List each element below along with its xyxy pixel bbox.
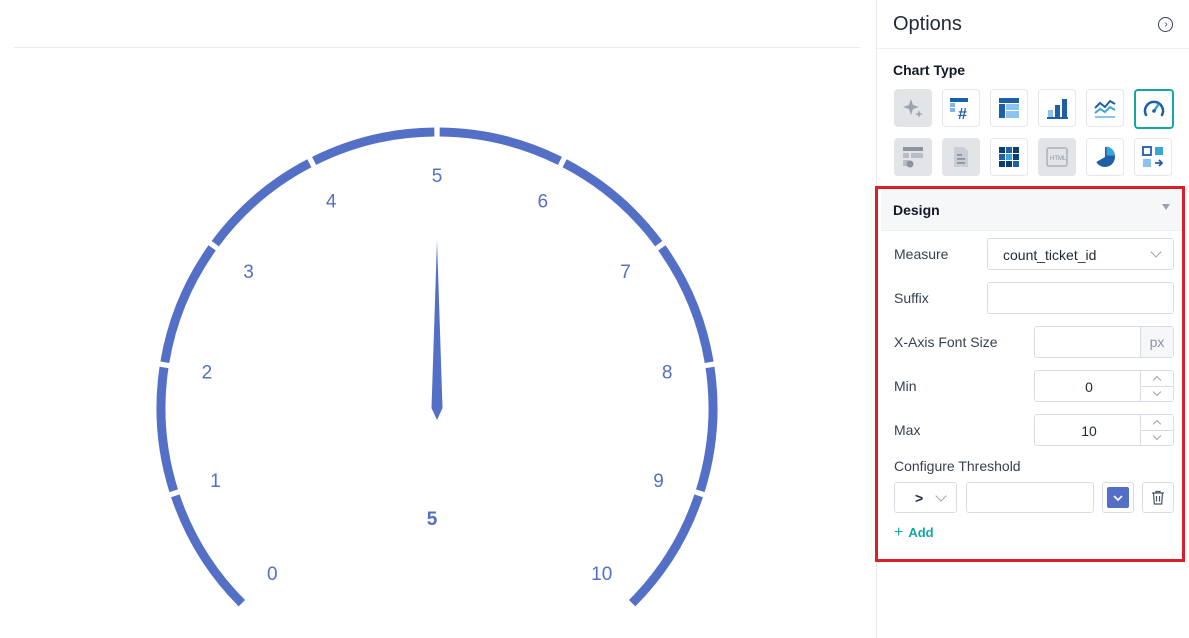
chart-type-table[interactable]: [990, 89, 1028, 127]
options-title: Options: [893, 13, 962, 35]
chevron-right-icon: ›: [1164, 18, 1168, 30]
chart-type-table-settings[interactable]: [894, 138, 932, 176]
chart-type-bar[interactable]: [1038, 89, 1076, 127]
table-settings-icon: [903, 147, 923, 168]
gauge-tick-label: 2: [202, 363, 213, 384]
chart-type-heatmap[interactable]: [990, 138, 1028, 176]
color-swatch: [1107, 487, 1129, 508]
gauge-arc-segment: [658, 245, 714, 363]
gauge-arc-segment: [171, 494, 246, 607]
max-label: Max: [894, 422, 921, 438]
options-panel: Options › Chart Type # HTML Design Measu…: [876, 0, 1189, 638]
gauge-tick-label: 5: [432, 166, 443, 187]
gauge-tick-label: 10: [591, 564, 612, 585]
chevron-down-icon: [1150, 246, 1162, 258]
min-stepper: [1140, 371, 1173, 401]
add-threshold-label: Add: [908, 525, 934, 540]
table-number-icon: #: [950, 98, 968, 121]
chart-type-custom[interactable]: [1134, 138, 1172, 176]
line-chart-icon: [1094, 99, 1116, 118]
gauge-chart: 0 1 2 3 4 5 6 7 8 9 10 5: [156, 127, 718, 607]
svg-text:#: #: [958, 106, 967, 121]
gauge-tick-label: 7: [620, 262, 631, 283]
design-section-header[interactable]: Design: [881, 188, 1184, 231]
measure-select-value: count_ticket_id: [1003, 247, 1097, 263]
min-input[interactable]: 0: [1034, 370, 1174, 402]
chevron-up-icon: [1152, 375, 1162, 385]
gauge-arc-segment: [312, 127, 435, 165]
gauge-arc-segment: [439, 127, 562, 165]
svg-text:HTML: HTML: [1050, 156, 1067, 162]
min-increment-button[interactable]: [1141, 371, 1173, 387]
suffix-label: Suffix: [894, 290, 929, 306]
chart-type-number-table[interactable]: #: [942, 89, 980, 127]
threshold-operator-value: >: [915, 490, 924, 506]
html-icon: HTML: [1046, 147, 1068, 167]
plus-icon: +: [894, 523, 904, 541]
gauge-arc-segment: [562, 159, 663, 247]
delete-threshold-button[interactable]: [1142, 482, 1174, 513]
max-increment-button[interactable]: [1141, 415, 1173, 431]
threshold-color-picker[interactable]: [1102, 482, 1134, 513]
max-stepper: [1140, 415, 1173, 445]
chevron-down-icon: [935, 490, 947, 502]
configure-threshold-label: Configure Threshold: [894, 458, 1021, 474]
document-icon: [954, 147, 968, 167]
px-unit-addon: px: [1140, 327, 1173, 357]
gauge-tick-label: 1: [210, 471, 221, 492]
design-title: Design: [893, 202, 940, 218]
suffix-input[interactable]: [987, 282, 1174, 314]
chevron-down-icon: [1152, 431, 1162, 441]
chart-type-gauge[interactable]: [1134, 89, 1174, 129]
chart-type-label: Chart Type: [893, 62, 966, 78]
gauge-arc-segment: [696, 366, 718, 493]
chart-type-ai[interactable]: [894, 89, 932, 127]
threshold-value-input[interactable]: [966, 482, 1094, 513]
gauge-tick-label: 9: [653, 471, 664, 492]
chart-type-pie[interactable]: [1086, 138, 1124, 176]
xaxis-font-size-label: X-Axis Font Size: [894, 334, 998, 350]
min-input-value: 0: [1085, 379, 1093, 395]
gauge-tick-label: 6: [537, 191, 548, 212]
add-threshold-button[interactable]: + Add: [894, 523, 934, 541]
max-input[interactable]: 10: [1034, 414, 1174, 446]
gauge-arc-segment: [628, 494, 703, 607]
sparkle-icon: [903, 99, 923, 118]
gauge-arc-segment: [156, 366, 178, 493]
chart-type-document[interactable]: [942, 138, 980, 176]
measure-select[interactable]: count_ticket_id: [987, 238, 1174, 270]
gauge-tick-label: 4: [326, 191, 337, 212]
heatmap-icon: [999, 147, 1019, 167]
gauge-tick-label: 8: [662, 363, 673, 384]
chevron-down-icon: [1152, 387, 1162, 397]
gauge-tick-label: 3: [243, 262, 254, 283]
chart-canvas: 0 1 2 3 4 5 6 7 8 9 10 5: [0, 0, 876, 638]
chart-type-line[interactable]: [1086, 89, 1124, 127]
trash-icon: [1152, 490, 1164, 505]
caret-down-icon: [1162, 204, 1170, 210]
min-label: Min: [894, 378, 917, 394]
xaxis-font-size-input[interactable]: px: [1034, 326, 1174, 358]
gauge-arc-segment: [211, 159, 312, 247]
chart-type-html[interactable]: HTML: [1038, 138, 1076, 176]
chevron-up-icon: [1152, 419, 1162, 429]
gauge-value-label: 5: [427, 509, 438, 530]
max-input-value: 10: [1081, 423, 1097, 439]
options-divider: [877, 48, 1189, 49]
table-icon: [999, 98, 1019, 118]
custom-chart-icon: [1142, 146, 1164, 167]
max-decrement-button[interactable]: [1141, 430, 1173, 445]
gauge-arc-segment: [160, 245, 216, 363]
pie-chart-icon: [1096, 146, 1115, 167]
collapse-panel-button[interactable]: ›: [1158, 17, 1173, 32]
gauge-tick-label: 0: [267, 564, 278, 585]
measure-label: Measure: [894, 246, 949, 262]
threshold-operator-select[interactable]: >: [894, 482, 957, 513]
gauge-pointer: [431, 240, 443, 420]
design-section: Design Measure count_ticket_id Suffix X-…: [877, 188, 1184, 561]
gauge-icon: [1143, 100, 1165, 117]
min-decrement-button[interactable]: [1141, 386, 1173, 401]
bar-chart-icon: [1047, 99, 1068, 119]
chevron-down-icon: [1113, 494, 1123, 501]
